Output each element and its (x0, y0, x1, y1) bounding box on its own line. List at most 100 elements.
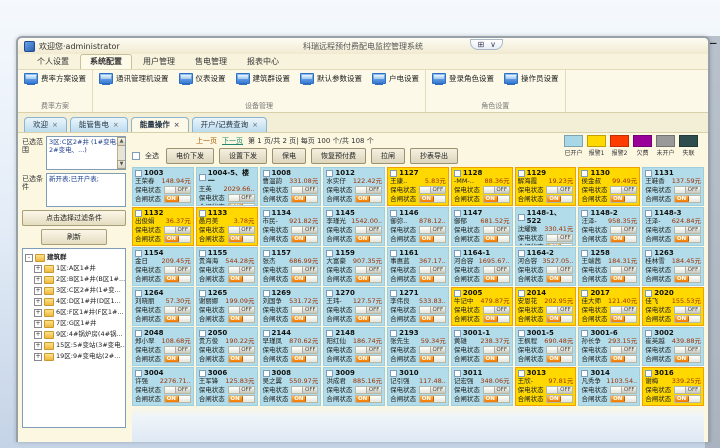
meter-card[interactable]: 1130侯金叔99.49元保电状态OFF合闸状态ON (578, 167, 640, 206)
toggle-handle-off[interactable]: OFF (494, 387, 509, 393)
ribbon-button-操作员设置[interactable]: 操作员设置 (504, 73, 559, 84)
toggle-handle-off[interactable]: OFF (557, 235, 572, 241)
toggle-handle-on[interactable]: ON (484, 356, 498, 362)
protect-toggle[interactable]: OFF (355, 226, 382, 234)
protect-toggle[interactable]: OFF (483, 226, 510, 234)
toolbar-button-设置下发[interactable]: 设置下发 (219, 148, 267, 164)
protect-toggle[interactable]: OFF (291, 386, 318, 394)
card-checkbox[interactable] (581, 370, 588, 377)
protect-toggle[interactable]: OFF (483, 346, 510, 354)
toggle-handle-on[interactable]: ON (356, 396, 370, 402)
meter-card[interactable]: 1269刘国争531.72元保电状态OFF合闸状态ON (260, 287, 322, 326)
protect-toggle[interactable]: OFF (164, 306, 191, 314)
toggle-handle-on[interactable]: ON (675, 196, 689, 202)
toggle-handle-off[interactable]: OFF (239, 195, 254, 201)
toggle-handle-off[interactable]: OFF (175, 387, 190, 393)
gate-toggle[interactable]: ON (419, 275, 446, 283)
toggle-handle-off[interactable]: OFF (175, 187, 190, 193)
toggle-handle-off[interactable]: OFF (557, 347, 572, 353)
toggle-handle-on[interactable]: ON (229, 204, 243, 206)
gate-toggle[interactable]: ON (355, 235, 382, 243)
card-checkbox[interactable] (454, 210, 461, 217)
card-checkbox[interactable] (454, 330, 461, 337)
gate-toggle[interactable]: ON (610, 275, 637, 283)
protect-toggle[interactable]: OFF (483, 386, 510, 394)
protect-toggle[interactable]: OFF (483, 266, 510, 274)
card-checkbox[interactable] (518, 170, 525, 177)
toggle-handle-off[interactable]: OFF (239, 387, 254, 393)
toggle-handle-off[interactable]: OFF (366, 307, 381, 313)
meter-card[interactable]: 3010记引强117.48..保电状态OFF合闸状态ON (387, 367, 449, 406)
toggle-handle-off[interactable]: OFF (685, 307, 700, 313)
selected-range-listbox[interactable]: 3区:C区2#井 (1#变电、2#变电、...) ▲ ▼ (46, 136, 126, 170)
gate-toggle[interactable]: ON (610, 315, 637, 323)
protect-toggle[interactable]: OFF (419, 306, 446, 314)
toggle-handle-on[interactable]: ON (229, 276, 243, 282)
protect-toggle[interactable]: OFF (419, 346, 446, 354)
toggle-handle-off[interactable]: OFF (366, 347, 381, 353)
scroll-up-icon[interactable]: ▲ (117, 137, 126, 146)
toggle-handle-on[interactable]: ON (611, 396, 625, 402)
tree-item[interactable]: +6区:F区1#井(F区1#... (25, 307, 123, 318)
card-checkbox[interactable] (581, 170, 588, 177)
menu-tab-售电管理[interactable]: 售电管理 (186, 55, 236, 69)
toggle-handle-off[interactable]: OFF (621, 347, 636, 353)
meter-card[interactable]: 2014安恩花202.95元保电状态OFF合闸状态ON (515, 287, 577, 326)
card-checkbox[interactable] (390, 250, 397, 257)
protect-toggle[interactable]: OFF (355, 186, 382, 194)
gate-toggle[interactable]: ON (164, 395, 191, 403)
gate-toggle[interactable]: ON (419, 195, 446, 203)
protect-toggle[interactable]: OFF (546, 306, 573, 314)
toggle-handle-off[interactable]: OFF (621, 387, 636, 393)
protect-toggle[interactable]: OFF (546, 186, 573, 194)
meter-card[interactable]: 2048郑小翠108.68元保电状态OFF合闸状态ON (132, 327, 194, 366)
toggle-handle-on[interactable]: ON (484, 196, 498, 202)
gate-toggle[interactable]: ON (228, 315, 255, 323)
selected-condition-listbox[interactable]: 新开表;已开户表; (46, 173, 126, 207)
card-checkbox[interactable] (326, 170, 333, 177)
meter-card[interactable]: 3001-1黄雄238.37元保电状态OFF合闸状态ON (451, 327, 513, 366)
gate-toggle[interactable]: ON (419, 355, 446, 363)
protect-toggle[interactable]: OFF (483, 186, 510, 194)
meter-card[interactable]: 1012水实仔122.42元保电状态OFF合闸状态ON (323, 167, 385, 206)
meter-card[interactable]: 2193张先生59.34元保电状态OFF合闸状态ON (387, 327, 449, 366)
meter-card[interactable]: 1159大富豪907.35元保电状态OFF合闸状态ON (323, 247, 385, 286)
toggle-handle-off[interactable]: OFF (557, 307, 572, 313)
gate-toggle[interactable]: ON (291, 395, 318, 403)
protect-toggle[interactable]: OFF (610, 226, 637, 234)
listbox-scrollbar[interactable]: ▲ ▼ (117, 137, 125, 169)
toggle-handle-off[interactable]: OFF (430, 307, 445, 313)
ribbon-button-通讯管理机设置[interactable]: 通讯管理机设置 (99, 73, 169, 84)
toggle-handle-off[interactable]: OFF (685, 227, 700, 233)
card-checkbox[interactable] (581, 290, 588, 297)
ribbon-button-建筑群设置[interactable]: 建筑群设置 (236, 73, 291, 84)
toolbar-button-恢复预付费[interactable]: 恢复预付费 (311, 148, 366, 164)
tree-expand-icon[interactable]: + (34, 342, 42, 350)
protect-toggle[interactable]: OFF (610, 186, 637, 194)
toggle-handle-off[interactable]: OFF (621, 187, 636, 193)
doc-tab-开户/记费查询[interactable]: 开户/记费查询× (192, 117, 267, 132)
card-checkbox[interactable] (199, 250, 206, 257)
toggle-handle-off[interactable]: OFF (494, 227, 509, 233)
gate-toggle[interactable]: ON (355, 195, 382, 203)
toggle-handle-on[interactable]: ON (484, 276, 498, 282)
meter-card[interactable]: 3001-6孙长争293.15元保电状态OFF合闸状态ON (578, 327, 640, 366)
meter-card[interactable]: 1148-3汪泽-624.84元保电状态OFF合闸状态ON (642, 207, 704, 246)
toggle-handle-on[interactable]: ON (484, 316, 498, 322)
gate-toggle[interactable]: ON (674, 275, 701, 283)
meter-card[interactable]: 3016谢梅339.25元保电状态OFF合闸状态ON (642, 367, 704, 406)
card-checkbox[interactable] (645, 330, 652, 337)
card-checkbox[interactable] (454, 250, 461, 257)
toggle-handle-on[interactable]: ON (611, 316, 625, 322)
gate-toggle[interactable]: ON (546, 195, 573, 203)
meter-card[interactable]: 1129解海霞19.23元保电状态OFF合闸状态ON (515, 167, 577, 206)
tree-item[interactable]: +15区:5#变站(3#变电... (25, 340, 123, 351)
tree-expand-icon[interactable]: + (34, 320, 42, 328)
meter-card[interactable]: 1145李瑾光1542.00..保电状态OFF合闸状态ON (323, 207, 385, 246)
protect-toggle[interactable]: OFF (674, 186, 701, 194)
protect-toggle[interactable]: OFF (228, 346, 255, 354)
close-tab-icon[interactable]: × (52, 121, 58, 129)
toggle-handle-on[interactable]: ON (420, 196, 434, 202)
protect-toggle[interactable]: OFF (546, 386, 573, 394)
gate-toggle[interactable]: ON (546, 275, 573, 283)
